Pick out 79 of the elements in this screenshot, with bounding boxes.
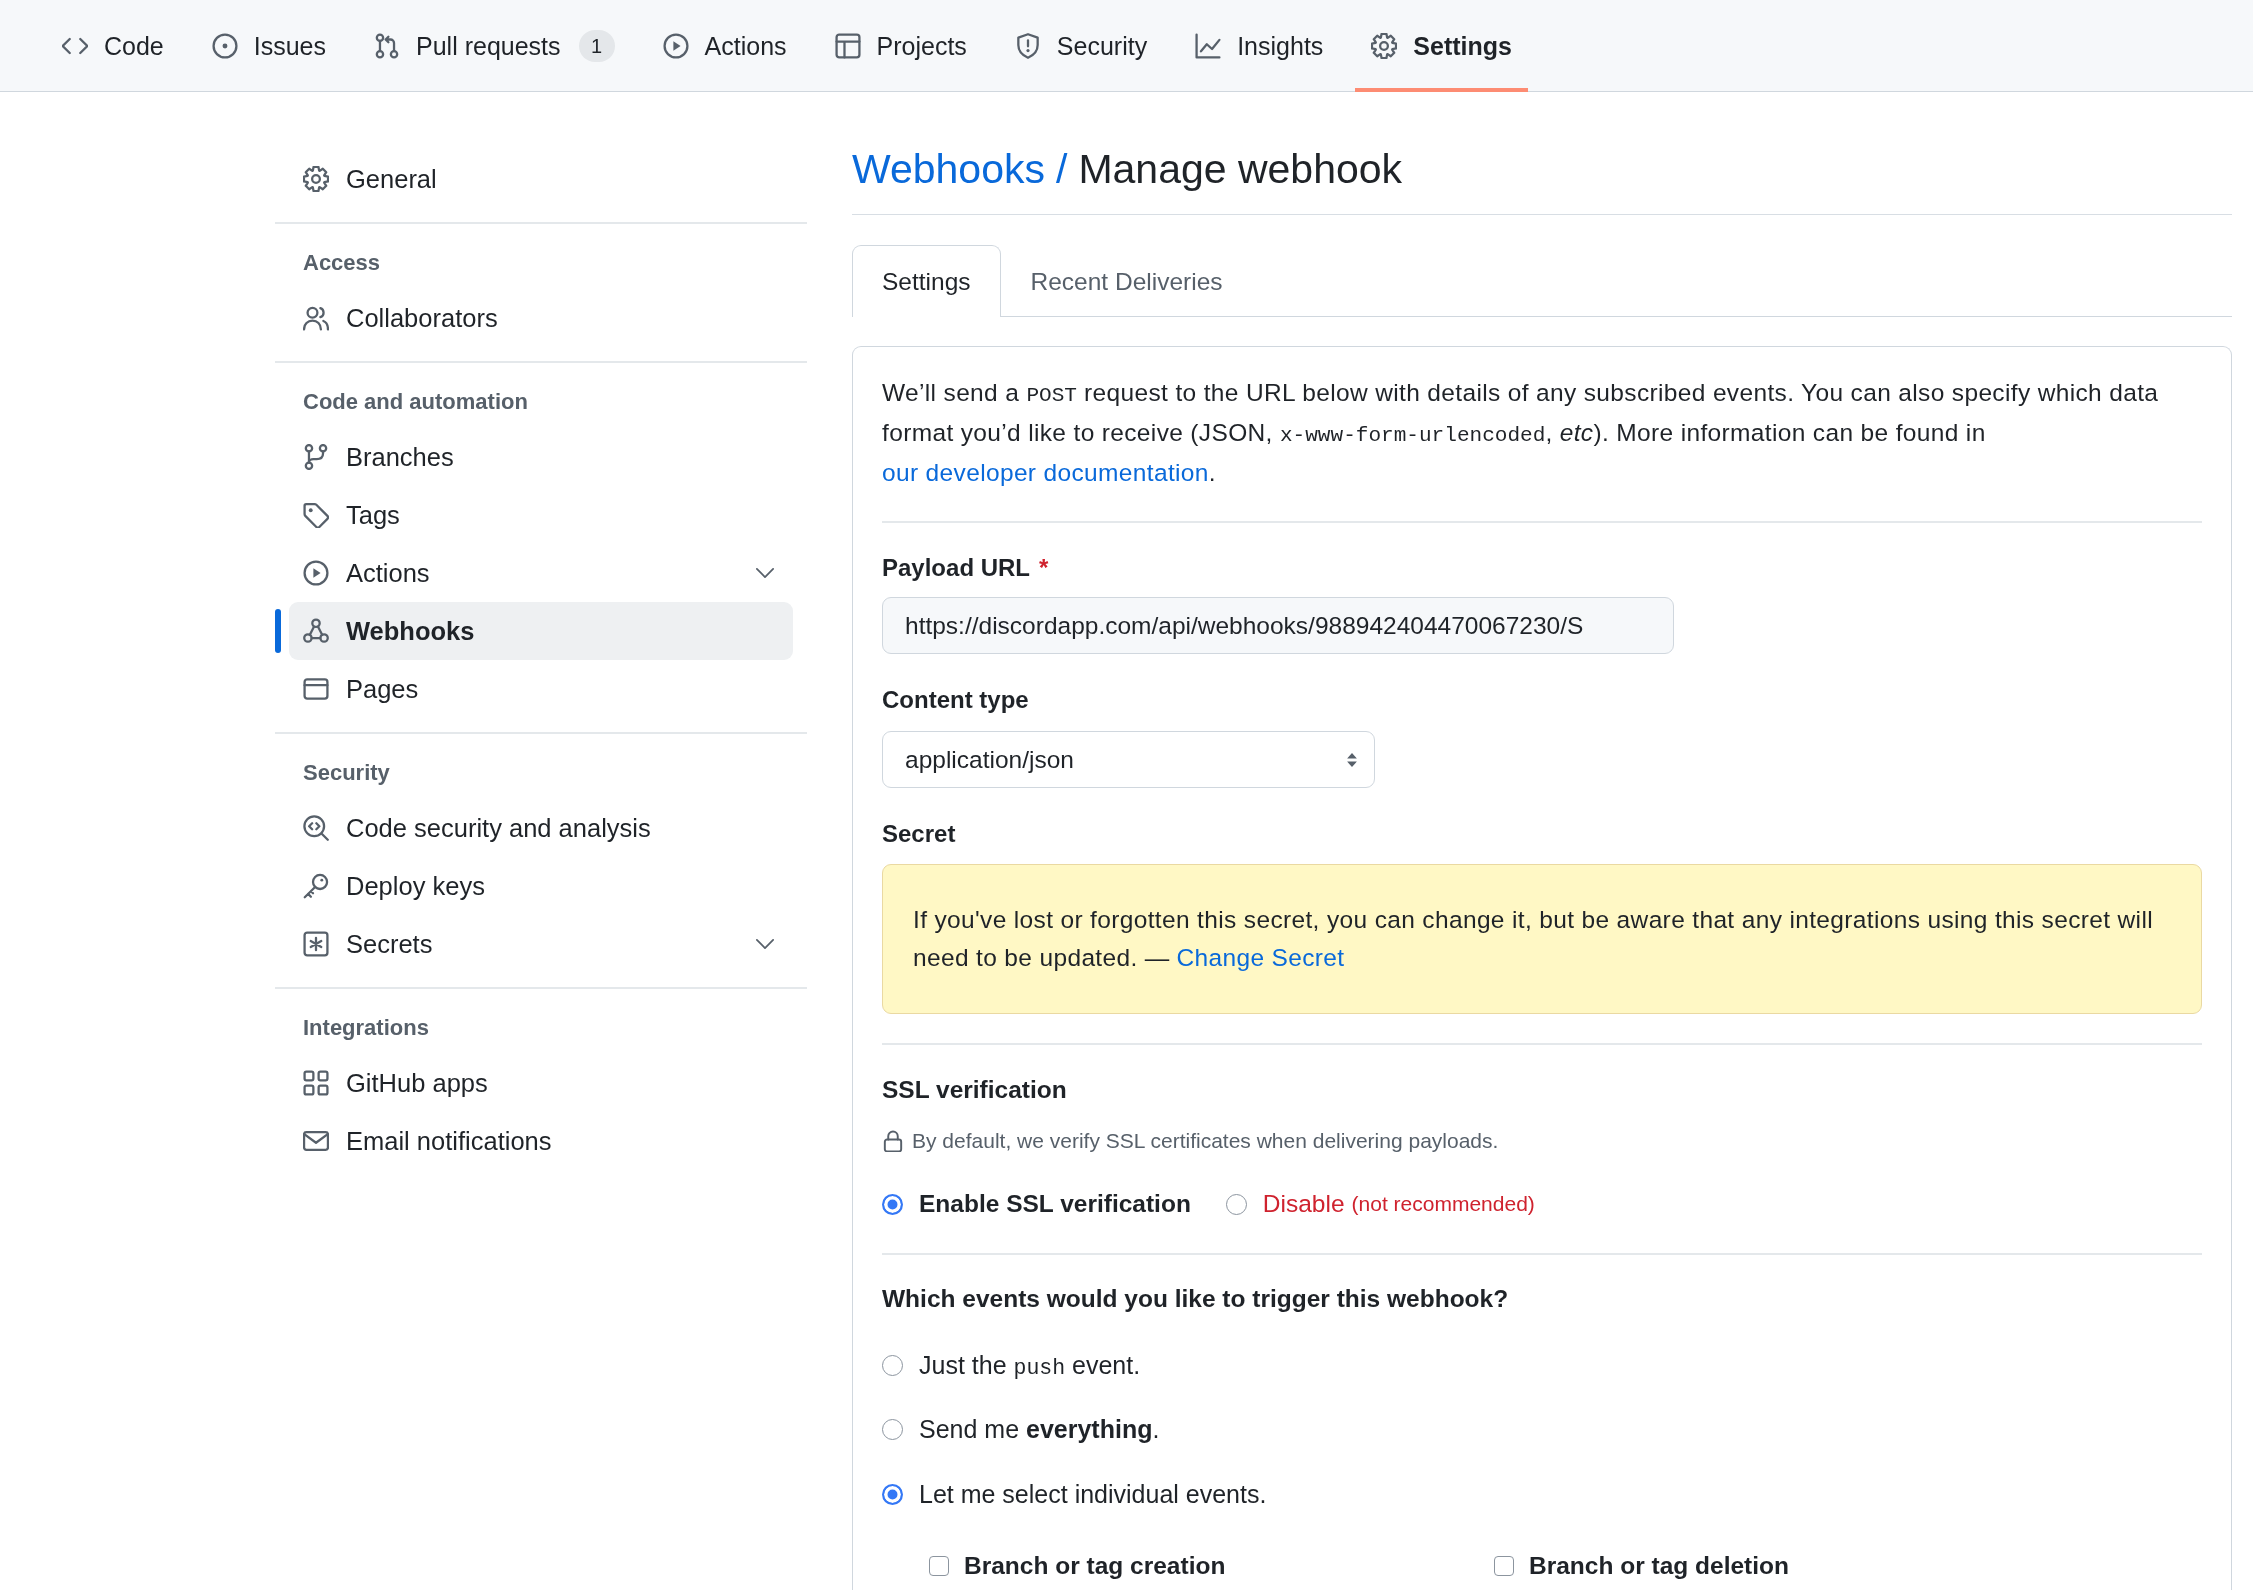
sidebar-section-heading: Security	[303, 760, 391, 786]
shield-icon	[1014, 33, 1041, 59]
gear-icon	[1371, 33, 1398, 59]
asterisk-box-icon	[303, 931, 329, 957]
sidebar-section-heading: Code and automation	[303, 389, 529, 415]
sidebar-item[interactable]: Email notifications	[289, 1112, 793, 1170]
sidebar-item[interactable]: Webhooks	[289, 602, 793, 660]
checkbox-label: Branch or tag deletion	[1529, 1552, 1789, 1580]
change-secret-link[interactable]: Change Secret	[1176, 944, 1345, 971]
option-label: Just the push event.	[919, 1350, 1141, 1380]
ssl-note: By default, we verify SSL certificates when delivering payloads.	[912, 1128, 1499, 1154]
circle-dot-icon	[211, 33, 238, 59]
required-asterisk: *	[1039, 553, 1049, 583]
intro-paragraph: We’ll send a POST request to the URL below with details of any subscribed events. You can also specify which data format you’d like to receive (JSON, x-www-form-urlencoded, etc). More information can be found in our developer documentation.	[882, 378, 2160, 488]
sidebar-item[interactable]: Tags	[289, 486, 793, 544]
checkbox[interactable]	[929, 1556, 949, 1576]
repo-nav-tab[interactable]: Code	[46, 0, 180, 92]
tab[interactable]: Settings	[852, 245, 1001, 317]
play-icon	[662, 33, 689, 59]
section-heading: SSL verification	[882, 1075, 1068, 1105]
sidebar-item[interactable]: Actions	[289, 544, 793, 602]
radio-button[interactable]	[1225, 1193, 1247, 1215]
pull-request-icon	[374, 33, 401, 59]
branch-icon	[303, 444, 329, 470]
page-title: Manage webhook	[1078, 145, 1403, 194]
tab[interactable]: Recent Deliveries	[1000, 245, 1253, 317]
repo-nav-tab[interactable]: Insights	[1179, 0, 1340, 92]
option-label: Enable SSL verification	[919, 1190, 1191, 1218]
option-label: Send me everything.	[919, 1415, 1160, 1444]
radio-button[interactable]	[882, 1193, 903, 1215]
field-label: Content type	[882, 685, 1029, 715]
content-type-select[interactable]: application/json	[882, 731, 1375, 788]
table-icon	[834, 33, 861, 59]
sidebar-item[interactable]: GitHub apps	[289, 1054, 793, 1112]
sidebar-item[interactable]: Branches	[289, 428, 793, 486]
repo-nav-tab[interactable]: Pull requests 1	[358, 0, 631, 92]
notice-text: If you've lost or forgotten this secret, you can change it, but be aware that any integrations using this secret will need to be updated. — Change Secret	[913, 905, 2154, 973]
checkbox-label: Branch or tag creation	[964, 1552, 1226, 1580]
key-icon	[303, 873, 329, 899]
field-label: Secret	[882, 819, 956, 849]
play-icon	[303, 560, 329, 586]
repo-nav-tab[interactable]: Settings	[1355, 0, 1528, 92]
people-icon	[303, 305, 329, 331]
repo-nav-tab[interactable]: Security	[998, 0, 1164, 92]
sidebar-item[interactable]: Deploy keys	[289, 857, 793, 915]
selection-indicator	[275, 609, 281, 653]
breadcrumb-link[interactable]: Webhooks	[852, 144, 1045, 194]
sidebar-item[interactable]: Collaborators	[289, 289, 793, 347]
repo-nav-tab[interactable]: Projects	[818, 0, 983, 92]
documentation-link[interactable]: our developer documentation	[882, 459, 1209, 486]
payload-url-input[interactable]: https://discordapp.com/api/webhooks/988942404470067230/S	[882, 597, 1674, 654]
gear-icon	[303, 166, 329, 192]
tag-icon	[303, 502, 329, 528]
counter-badge: 1	[578, 30, 615, 62]
radio-button[interactable]	[882, 1483, 903, 1505]
checkbox[interactable]	[1494, 1556, 1514, 1576]
sidebar-item[interactable]: Secrets	[289, 915, 793, 973]
sidebar-section-heading: Access	[303, 250, 382, 276]
radio-button[interactable]	[882, 1419, 903, 1440]
option-label: Let me select individual events.	[919, 1479, 1267, 1509]
repo-nav-tab[interactable]: Issues	[195, 0, 343, 92]
sidebar-section-heading: Integrations	[303, 1015, 430, 1041]
field-label: Payload URL	[882, 553, 1031, 583]
envelope-icon	[303, 1128, 329, 1154]
magnifier-code-icon	[303, 815, 329, 841]
grid-icon	[303, 1070, 329, 1096]
sidebar-item[interactable]: Code security and analysis	[289, 799, 793, 857]
line-chart-icon	[1195, 33, 1222, 59]
repo-nav-tab[interactable]: Actions	[646, 0, 803, 92]
webhook-icon	[303, 618, 329, 644]
sidebar-item[interactable]: Pages	[289, 660, 793, 718]
option-hint: (not recommended)	[1351, 1192, 1535, 1216]
option-label: Disable	[1262, 1190, 1345, 1218]
browser-window-icon	[303, 676, 329, 702]
sidebar-item[interactable]: General	[289, 150, 793, 208]
events-question: Which events would you like to trigger this webhook?	[882, 1284, 1510, 1314]
radio-button[interactable]	[882, 1354, 903, 1376]
breadcrumb-separator: /	[1055, 145, 1068, 194]
lock-icon	[882, 1130, 904, 1152]
